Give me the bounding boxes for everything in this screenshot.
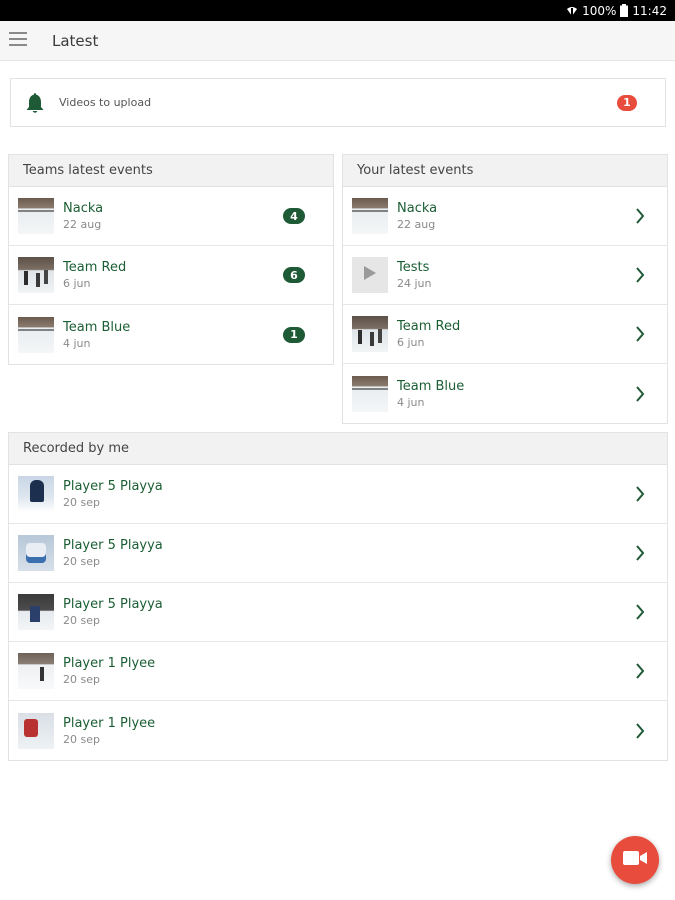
- item-date: 24 jun: [397, 277, 432, 290]
- count-badge: 4: [283, 208, 305, 224]
- page-title: Latest: [52, 31, 99, 50]
- app-bar: Latest: [0, 21, 675, 61]
- panel-header: Your latest events: [343, 155, 667, 187]
- item-title: Team Red: [63, 260, 127, 275]
- item-date: 20 sep: [63, 555, 100, 568]
- list-item[interactable]: Player 5 Playya 20 sep: [9, 524, 667, 583]
- item-title: Team Red: [397, 319, 461, 334]
- item-title: Player 5 Playya: [63, 597, 163, 612]
- video-thumbnail: [18, 535, 54, 571]
- play-thumbnail: [352, 257, 388, 293]
- list-item[interactable]: Team Blue 4 jun: [343, 364, 667, 423]
- chevron-right-icon: [633, 207, 647, 225]
- video-thumbnail: [18, 653, 54, 689]
- item-date: 4 jun: [397, 395, 425, 409]
- item-title: Player 5 Playya: [63, 479, 163, 494]
- list-item[interactable]: Team Red 6 jun 6: [9, 246, 333, 305]
- event-thumbnail: [18, 316, 54, 353]
- video-camera-icon: [623, 850, 647, 870]
- video-thumbnail: [18, 594, 54, 630]
- bell-icon: [11, 92, 59, 114]
- list-item[interactable]: Team Blue 4 jun 1: [9, 305, 333, 364]
- item-date: 20 sep: [63, 496, 100, 509]
- list-item[interactable]: Tests 24 jun: [343, 246, 667, 305]
- panel-header: Teams latest events: [9, 155, 333, 187]
- battery-percent: 100%: [582, 3, 617, 18]
- teams-latest-events-panel: Teams latest events Nacka 22 aug 4 Team …: [8, 154, 334, 365]
- item-date: 4 jun: [63, 336, 91, 350]
- item-date: 22 aug: [397, 218, 436, 231]
- wifi-icon: [566, 5, 578, 17]
- videos-to-upload-card[interactable]: Videos to upload 1: [10, 78, 666, 127]
- event-thumbnail: [352, 198, 388, 234]
- event-thumbnail: [18, 257, 54, 293]
- record-video-button[interactable]: [611, 836, 659, 884]
- item-date: 20 sep: [63, 614, 100, 627]
- item-title: Team Blue: [63, 319, 131, 335]
- item-date: 6 jun: [63, 277, 91, 290]
- chevron-right-icon: [633, 603, 647, 621]
- play-icon: [363, 265, 377, 285]
- upload-label: Videos to upload: [59, 96, 152, 109]
- hamburger-menu-icon: [9, 31, 27, 50]
- list-item[interactable]: Nacka 22 aug 4: [9, 187, 333, 246]
- item-title: Nacka: [63, 201, 104, 216]
- item-date: 20 sep: [63, 673, 100, 686]
- chevron-right-icon: [633, 544, 647, 562]
- chevron-right-icon: [633, 485, 647, 503]
- item-date: 6 jun: [397, 336, 425, 349]
- your-latest-events-panel: Your latest events Nacka 22 aug Tests 24…: [342, 154, 668, 424]
- item-title: Player 1 Plyee: [63, 715, 156, 731]
- list-item[interactable]: Player 5 Playya 20 sep: [9, 465, 667, 524]
- panel-header: Recorded by me: [9, 433, 667, 465]
- item-title: Player 5 Playya: [63, 538, 163, 553]
- list-item[interactable]: Player 1 Plyee 20 sep: [9, 701, 667, 760]
- item-date: 20 sep: [63, 732, 100, 746]
- list-item[interactable]: Team Red 6 jun: [343, 305, 667, 364]
- item-date: 22 aug: [63, 218, 102, 231]
- menu-button[interactable]: [0, 21, 36, 61]
- video-thumbnail: [18, 712, 54, 749]
- chevron-right-icon: [633, 722, 647, 740]
- video-thumbnail: [18, 476, 54, 512]
- list-item[interactable]: Nacka 22 aug: [343, 187, 667, 246]
- item-title: Player 1 Plyee: [63, 656, 156, 671]
- count-badge: 6: [283, 267, 305, 283]
- chevron-right-icon: [633, 385, 647, 403]
- chevron-right-icon: [633, 266, 647, 284]
- event-thumbnail: [18, 198, 54, 234]
- status-bar: 100% 11:42: [0, 0, 675, 21]
- item-title: Nacka: [397, 201, 438, 216]
- event-thumbnail: [352, 316, 388, 352]
- clock: 11:42: [632, 3, 667, 18]
- upload-count-badge: 1: [617, 94, 637, 111]
- chevron-right-icon: [633, 662, 647, 680]
- item-title: Team Blue: [397, 378, 465, 394]
- battery-icon: [620, 4, 629, 17]
- count-badge: 1: [283, 326, 305, 343]
- item-title: Tests: [397, 260, 430, 275]
- list-item[interactable]: Player 5 Playya 20 sep: [9, 583, 667, 642]
- event-thumbnail: [352, 375, 388, 412]
- recorded-by-me-panel: Recorded by me Player 5 Playya 20 sep Pl…: [8, 432, 668, 761]
- chevron-right-icon: [633, 325, 647, 343]
- list-item[interactable]: Player 1 Plyee 20 sep: [9, 642, 667, 701]
